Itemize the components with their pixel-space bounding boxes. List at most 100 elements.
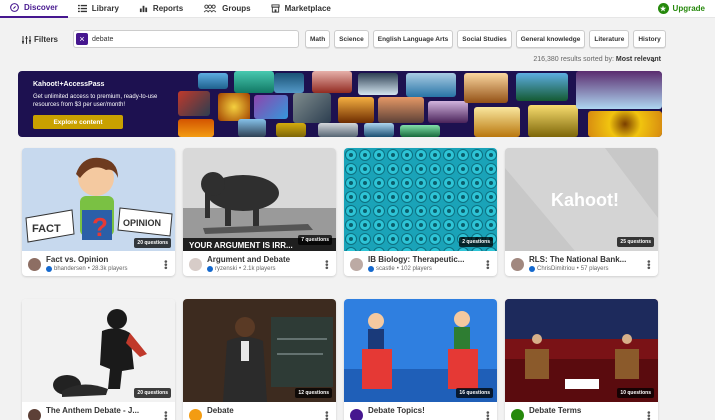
card-title[interactable]: Debate Topics! (368, 406, 478, 415)
avatar (350, 409, 363, 420)
kahoot-card[interactable]: 10 questions Debate Terms ••• (505, 299, 658, 420)
card-author[interactable]: scastle (376, 266, 395, 272)
meme-text: YOUR ARGUMENT IS IRR... (189, 241, 293, 250)
kahoot-card[interactable]: 12 questions Debate ••• (183, 299, 336, 420)
question-count-badge: 20 questions (134, 388, 171, 398)
card-thumbnail (22, 299, 175, 402)
more-options-icon[interactable]: ••• (322, 411, 332, 420)
banner-image (178, 119, 214, 137)
subject-chips: Math Science English Language Arts Socia… (305, 30, 666, 48)
chip-history[interactable]: History (633, 30, 666, 48)
opinion-text: OPINION (123, 218, 161, 228)
banner-image (378, 97, 424, 123)
nav-groups[interactable]: Groups (193, 0, 260, 18)
filters-button[interactable]: Filters (22, 35, 58, 44)
separator: • (576, 266, 579, 272)
card-meta: ryzenski • 2.1k players (207, 266, 275, 272)
kahoot-card[interactable]: YOUR ARGUMENT IS IRR... 7 questions Argu… (183, 148, 336, 276)
chip-math[interactable]: Math (305, 30, 331, 48)
card-title[interactable]: RLS: The National Bank... (529, 255, 639, 264)
kahoot-card[interactable]: 20 questions The Anthem Debate - J... ••… (22, 299, 175, 420)
avatar (28, 409, 41, 420)
classroom-photo (183, 299, 336, 402)
upgrade-button[interactable]: ★ Upgrade (657, 3, 715, 14)
card-author[interactable]: ChrisDimitriou (537, 266, 575, 272)
more-options-icon[interactable]: ••• (644, 411, 654, 420)
more-options-icon[interactable]: ••• (161, 411, 171, 420)
card-players: 57 players (580, 266, 609, 272)
question-count-badge: 20 questions (134, 238, 171, 248)
card-title[interactable]: IB Biology: Therapeutic... (368, 255, 478, 264)
football-player-image (22, 299, 175, 402)
nav-marketplace[interactable]: Marketplace (261, 0, 341, 18)
card-title[interactable]: The Anthem Debate - J... (46, 406, 156, 415)
nav-reports[interactable]: Reports (129, 0, 193, 18)
list-icon (77, 4, 87, 13)
banner-image (274, 73, 304, 93)
banner-image (276, 123, 306, 137)
more-options-icon[interactable]: ••• (161, 260, 171, 269)
banner-image (516, 73, 568, 101)
question-count-badge: 25 questions (617, 237, 654, 247)
accesspass-banner[interactable]: Kahoot!+AccessPass Get unlimited access … (18, 71, 662, 137)
chip-social-studies[interactable]: Social Studies (457, 30, 512, 48)
more-options-icon[interactable]: ••• (644, 260, 654, 269)
card-title[interactable]: Debate Terms (529, 406, 639, 415)
kahoot-card[interactable]: Kahoot! 25 questions RLS: The National B… (505, 148, 658, 276)
banner-image (254, 95, 288, 119)
banner-image (428, 101, 468, 123)
banner-image (588, 111, 662, 137)
question-count-badge: 2 questions (459, 237, 493, 247)
card-author[interactable]: ryzenski (215, 266, 237, 272)
question-count-badge: 7 questions (298, 235, 332, 245)
banner-image (576, 71, 662, 109)
store-icon (271, 4, 280, 13)
explore-content-button[interactable]: Explore content (33, 115, 123, 129)
nav-label: Marketplace (284, 4, 331, 13)
fact-opinion-illustration: ? FACT OPINION (22, 148, 175, 251)
more-options-icon[interactable]: ••• (322, 260, 332, 269)
kahoot-card[interactable]: ? FACT OPINION 20 questions Fact vs. Opi… (22, 148, 175, 276)
chevron-down-icon[interactable]: ⌄ (650, 55, 657, 64)
verified-icon (368, 266, 374, 272)
avatar (511, 258, 524, 271)
card-title[interactable]: Fact vs. Opinion (46, 255, 156, 264)
card-thumbnail (344, 299, 497, 402)
banner-image (358, 73, 398, 95)
banner-image (406, 73, 456, 97)
kahoot-card[interactable]: 2 questions IB Biology: Therapeutic... s… (344, 148, 497, 276)
debate-stage-photo (505, 299, 658, 402)
banner-image-mosaic (178, 71, 662, 137)
verified-icon (207, 266, 213, 272)
people-icon (203, 4, 217, 13)
more-options-icon[interactable]: ••• (483, 411, 493, 420)
chip-literature[interactable]: Literature (589, 30, 630, 48)
sliders-icon (22, 35, 31, 44)
card-title[interactable]: Argument and Debate (207, 255, 317, 264)
card-meta: bhandersen • 28.3k players (46, 266, 128, 272)
upgrade-label: Upgrade (672, 4, 705, 13)
nav-library[interactable]: Library (68, 0, 129, 18)
nav-discover[interactable]: Discover (0, 0, 68, 18)
nav-label: Groups (222, 4, 251, 13)
chip-english[interactable]: English Language Arts (372, 30, 454, 48)
nav-label: Discover (24, 3, 58, 12)
svg-text:?: ? (92, 212, 108, 242)
card-author[interactable]: bhandersen (54, 266, 86, 272)
card-thumbnail (183, 299, 336, 402)
banner-image (474, 107, 520, 137)
search-input[interactable]: × debate (73, 30, 299, 48)
chip-science[interactable]: Science (334, 30, 369, 48)
chip-general-knowledge[interactable]: General knowledge (515, 30, 586, 48)
card-thumbnail: Kahoot! (505, 148, 658, 251)
nav-label: Reports (152, 4, 184, 13)
question-count-badge: 16 questions (456, 388, 493, 398)
kahoot-card[interactable]: 16 questions Debate Topics! ••• (344, 299, 497, 420)
card-title[interactable]: Debate (207, 406, 317, 415)
card-players: 28.3k players (91, 266, 128, 272)
card-thumbnail (505, 299, 658, 402)
close-icon[interactable]: × (76, 33, 88, 45)
more-options-icon[interactable]: ••• (483, 260, 493, 269)
avatar (189, 258, 202, 271)
kahoot-logo-text: Kahoot! (551, 190, 619, 210)
